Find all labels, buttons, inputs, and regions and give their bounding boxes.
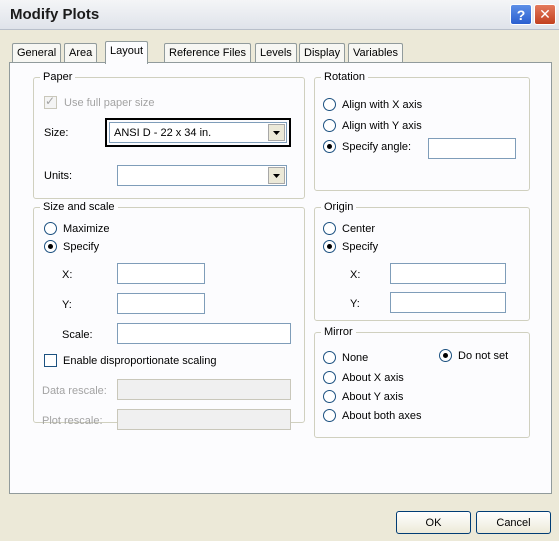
close-icon: ✕ [539,6,551,22]
specify-angle-label: Specify angle: [342,141,412,153]
mirror-group-label: Mirror [321,325,356,339]
cancel-button[interactable]: Cancel [476,511,551,534]
dialog-title: Modify Plots [10,6,100,23]
plot-rescale-input[interactable] [117,409,291,430]
data-rescale-input[interactable] [117,379,291,400]
chevron-down-icon[interactable] [268,124,285,141]
mirror-about-y-label: About Y axis [342,391,404,403]
origin-y-label: Y: [350,298,360,310]
plot-rescale-label: Plot rescale: [42,415,103,427]
tab-display[interactable]: Display [299,43,346,63]
tab-reference-files[interactable]: Reference Files [164,43,252,63]
scale-input[interactable] [117,323,291,344]
mirror-do-not-set-label: Do not set [458,350,509,362]
origin-group: Origin Center Specify X: Y: [314,200,530,321]
origin-specify-label: Specify [342,241,379,253]
mirror-about-x-label: About X axis [342,372,404,384]
origin-specify-radio[interactable] [323,240,336,253]
disproportionate-scaling-label: Enable disproportionate scaling [63,355,217,367]
radio-selected-dot [48,244,53,249]
mirror-about-both-label: About both axes [342,410,422,422]
size-and-scale-group-label: Size and scale [40,200,118,214]
tab-area[interactable]: Area [64,43,98,63]
size-y-input[interactable] [117,293,205,314]
units-select[interactable] [117,165,287,186]
align-x-radio[interactable] [323,98,336,111]
paper-group-label: Paper [40,70,76,84]
specify-angle-radio[interactable] [323,140,336,153]
paper-group: Paper ✓ Use full paper size Size: ANSI D… [33,70,305,199]
specify-size-label: Specify [63,241,100,253]
rotation-group: Rotation Align with X axis Align with Y … [314,70,530,191]
size-y-label: Y: [62,299,72,311]
close-button[interactable]: ✕ [534,4,556,25]
align-x-label: Align with X axis [342,99,423,111]
ok-button[interactable]: OK [396,511,471,534]
units-label: Units: [44,170,73,182]
modify-plots-dialog: Modify Plots ? ✕ General Area Layout Ref… [0,0,559,541]
mirror-none-radio[interactable] [323,351,336,364]
use-full-paper-checkbox[interactable]: ✓ [44,94,57,109]
maximize-radio[interactable] [44,222,57,235]
mirror-about-both-radio[interactable] [323,409,336,422]
title-bar[interactable]: Modify Plots ? ✕ [0,0,559,30]
size-and-scale-group: Size and scale Maximize Specify X: Y: Sc… [33,200,305,430]
paper-size-value: ANSI D - 22 x 34 in. [114,127,212,139]
use-full-paper-label: Use full paper size [64,97,155,109]
origin-x-label: X: [350,269,361,281]
paper-size-select[interactable]: ANSI D - 22 x 34 in. [109,122,287,143]
mirror-about-x-radio[interactable] [323,371,336,384]
cancel-button-label: Cancel [496,516,531,529]
disproportionate-scaling-checkbox[interactable] [44,354,57,367]
tab-general[interactable]: General [12,43,62,63]
align-y-radio[interactable] [323,119,336,132]
size-x-input[interactable] [117,263,205,284]
radio-selected-dot [443,353,448,358]
radio-selected-dot [327,144,332,149]
tab-levels[interactable]: Levels [255,43,297,63]
origin-x-input[interactable] [390,263,506,284]
radio-selected-dot [327,244,332,249]
help-button[interactable]: ? [510,4,532,25]
specify-size-radio[interactable] [44,240,57,253]
size-label: Size: [44,127,69,139]
tab-layout[interactable]: Layout [105,41,149,64]
scale-label: Scale: [62,329,93,341]
maximize-label: Maximize [63,223,110,235]
mirror-group: Mirror None Do not set About X axis Abou… [314,325,530,438]
angle-input[interactable] [428,138,516,159]
mirror-none-label: None [342,352,369,364]
size-x-label: X: [62,269,73,281]
tab-variables[interactable]: Variables [348,43,404,63]
mirror-do-not-set-radio[interactable] [439,349,452,362]
mirror-about-y-radio[interactable] [323,390,336,403]
layout-tab-page: Paper ✓ Use full paper size Size: ANSI D… [9,62,552,494]
data-rescale-label: Data rescale: [42,385,107,397]
origin-center-label: Center [342,223,376,235]
help-icon: ? [516,6,526,23]
origin-center-radio[interactable] [323,222,336,235]
origin-y-input[interactable] [390,292,506,313]
rotation-group-label: Rotation [321,70,368,84]
origin-group-label: Origin [321,200,357,214]
ok-button-label: OK [425,516,442,529]
align-y-label: Align with Y axis [342,120,422,132]
check-mark-icon: ✓ [45,94,56,108]
chevron-down-icon[interactable] [268,167,285,184]
